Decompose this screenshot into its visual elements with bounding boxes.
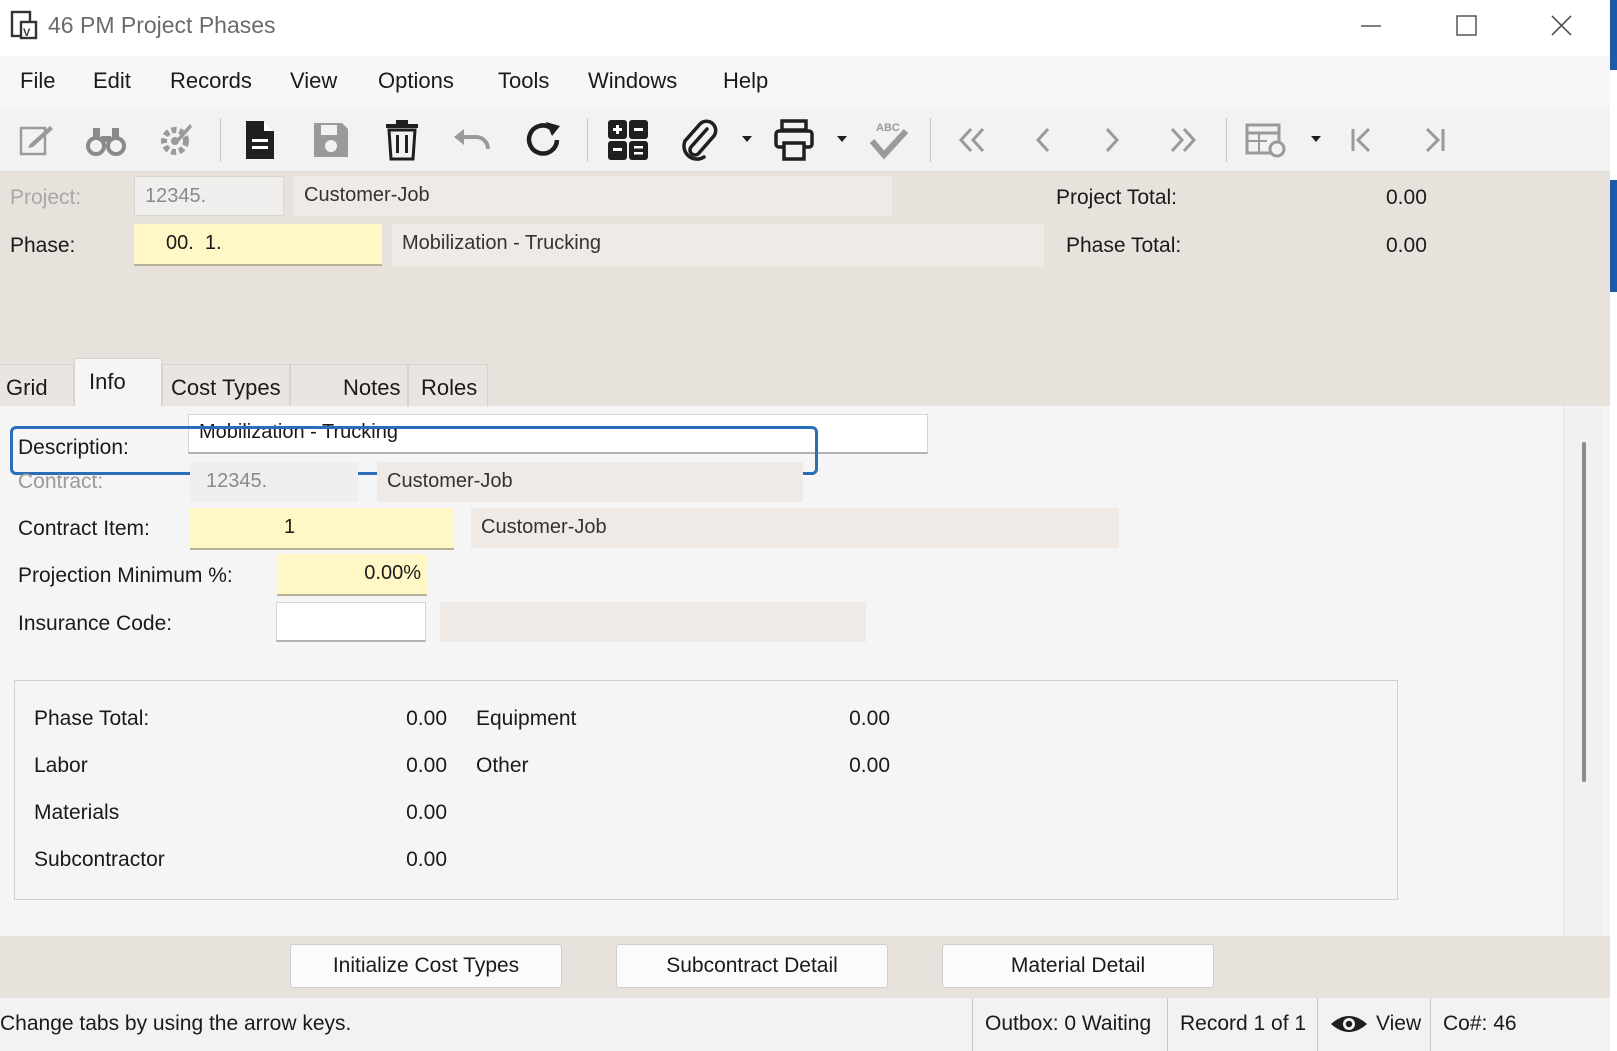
phase-description: Mobilization - Trucking [392, 224, 1044, 266]
materials-label: Materials [34, 801, 120, 824]
contract-description: Customer-Job [377, 462, 803, 502]
tab-roles[interactable]: Roles [408, 364, 488, 406]
first-page-icon[interactable] [1336, 114, 1388, 166]
contract-field[interactable]: 12345. [190, 462, 358, 502]
record-status: Record 1 of 1 [1167, 998, 1317, 1051]
phase-label: Phase: [10, 234, 76, 257]
attach-icon[interactable] [673, 114, 725, 166]
material-detail-button[interactable]: Material Detail [942, 944, 1214, 988]
phase-total-value: 0.00 [1386, 234, 1427, 257]
tab-grid[interactable]: Grid [0, 364, 74, 406]
labor-value: 0.00 [406, 754, 447, 777]
info-panel: Mobilization - Trucking Description: Con… [0, 406, 1610, 936]
previous-record-icon[interactable] [1017, 114, 1069, 166]
company-number: Co#: 46 [1430, 998, 1530, 1051]
initialize-cost-types-button[interactable]: Initialize Cost Types [290, 944, 562, 988]
subcontractor-value: 0.00 [406, 848, 447, 871]
insurance-code-description [440, 602, 866, 642]
menu-bar: File Edit Records View Options Tools Win… [0, 56, 1610, 108]
edit-icon[interactable] [10, 114, 62, 166]
project-label: Project: [10, 186, 82, 209]
next-record-icon[interactable] [1086, 114, 1138, 166]
menu-edit[interactable]: Edit [93, 68, 131, 94]
title-bar: V 46 PM Project Phases [0, 0, 1617, 52]
view-mode[interactable]: View [1317, 998, 1430, 1051]
vertical-scrollbar[interactable] [1563, 406, 1603, 936]
project-total-label: Project Total: [1056, 186, 1178, 209]
window-edge-accent [1610, 0, 1617, 70]
scrollbar-thumb[interactable] [1582, 442, 1586, 782]
insurance-code-label: Insurance Code: [18, 612, 173, 635]
settings-icon[interactable] [150, 114, 202, 166]
delete-icon[interactable] [376, 114, 428, 166]
phase-totals-box: Phase Total: 0.00 Labor 0.00 Materials 0… [14, 680, 1398, 900]
project-field[interactable]: 12345. [134, 176, 284, 216]
other-value: 0.00 [849, 754, 890, 777]
tab-bar: Grid Info Cost Types Notes Roles [0, 358, 1610, 406]
menu-records[interactable]: Records [170, 68, 252, 94]
undo-icon[interactable] [447, 114, 499, 166]
menu-tools[interactable]: Tools [498, 68, 549, 94]
phase-total-value: 0.00 [406, 707, 447, 730]
menu-options[interactable]: Options [378, 68, 454, 94]
toolbar: ABC [0, 108, 1610, 172]
app-icon: V [10, 10, 38, 40]
window-title: 46 PM Project Phases [48, 12, 276, 38]
projection-minimum-label: Projection Minimum %: [18, 564, 233, 587]
tab-cost-types[interactable]: Cost Types [162, 364, 290, 406]
phase-total-label: Phase Total: [34, 707, 150, 730]
grid-settings-dropdown-icon[interactable] [1310, 134, 1322, 144]
description-label: Description: [18, 436, 129, 459]
attach-dropdown-icon[interactable] [741, 134, 753, 144]
menu-file[interactable]: File [20, 68, 55, 94]
status-bar: Change tabs by using the arrow keys. Out… [0, 998, 1610, 1051]
spellcheck-icon[interactable]: ABC [862, 114, 914, 166]
contract-item-field[interactable]: 1 [190, 508, 454, 550]
outbox-status: Outbox: 0 Waiting [972, 998, 1167, 1051]
save-icon[interactable] [305, 114, 357, 166]
header-panel: Project: 12345. Customer-Job Project Tot… [0, 172, 1610, 358]
svg-text:V: V [23, 27, 31, 39]
minimize-icon[interactable] [1351, 8, 1391, 44]
project-total-value: 0.00 [1386, 186, 1427, 209]
tab-info[interactable]: Info [74, 358, 162, 406]
menu-view[interactable]: View [290, 68, 337, 94]
view-mode-label: View [1376, 1012, 1422, 1035]
first-record-icon[interactable] [946, 114, 998, 166]
maximize-icon[interactable] [1446, 8, 1486, 44]
window-edge-accent-lower [1610, 180, 1617, 292]
print-icon[interactable] [768, 114, 820, 166]
new-record-icon[interactable] [234, 114, 286, 166]
insurance-code-input[interactable] [276, 602, 426, 642]
contract-item-label: Contract Item: [18, 517, 150, 540]
phase-field[interactable]: 00. 1. [134, 224, 382, 266]
contract-item-description: Customer-Job [471, 508, 1119, 548]
contract-label: Contract: [18, 470, 104, 493]
tab-notes[interactable]: Notes [290, 364, 408, 406]
action-button-bar: Initialize Cost Types Subcontract Detail… [0, 936, 1610, 998]
refresh-icon[interactable] [518, 114, 570, 166]
menu-help[interactable]: Help [723, 68, 768, 94]
print-dropdown-icon[interactable] [836, 134, 848, 144]
last-page-icon[interactable] [1408, 114, 1460, 166]
labor-label: Labor [34, 754, 88, 777]
grid-settings-icon[interactable] [1240, 114, 1292, 166]
last-record-icon[interactable] [1157, 114, 1209, 166]
subcontractor-label: Subcontractor [34, 848, 165, 871]
projection-minimum-field[interactable]: 0.00% [277, 554, 427, 596]
materials-value: 0.00 [406, 801, 447, 824]
find-icon[interactable] [80, 114, 132, 166]
menu-windows[interactable]: Windows [588, 68, 677, 94]
status-message: Change tabs by using the arrow keys. [0, 1012, 352, 1035]
close-icon[interactable] [1541, 8, 1581, 44]
equipment-value: 0.00 [849, 707, 890, 730]
eye-icon [1331, 1016, 1367, 1032]
other-label: Other [476, 754, 529, 777]
grid-calc-icon[interactable] [602, 114, 654, 166]
project-description: Customer-Job [294, 176, 892, 216]
svg-text:ABC: ABC [876, 122, 900, 134]
subcontract-detail-button[interactable]: Subcontract Detail [616, 944, 888, 988]
phase-total-label: Phase Total: [1066, 234, 1182, 257]
equipment-label: Equipment [476, 707, 577, 730]
